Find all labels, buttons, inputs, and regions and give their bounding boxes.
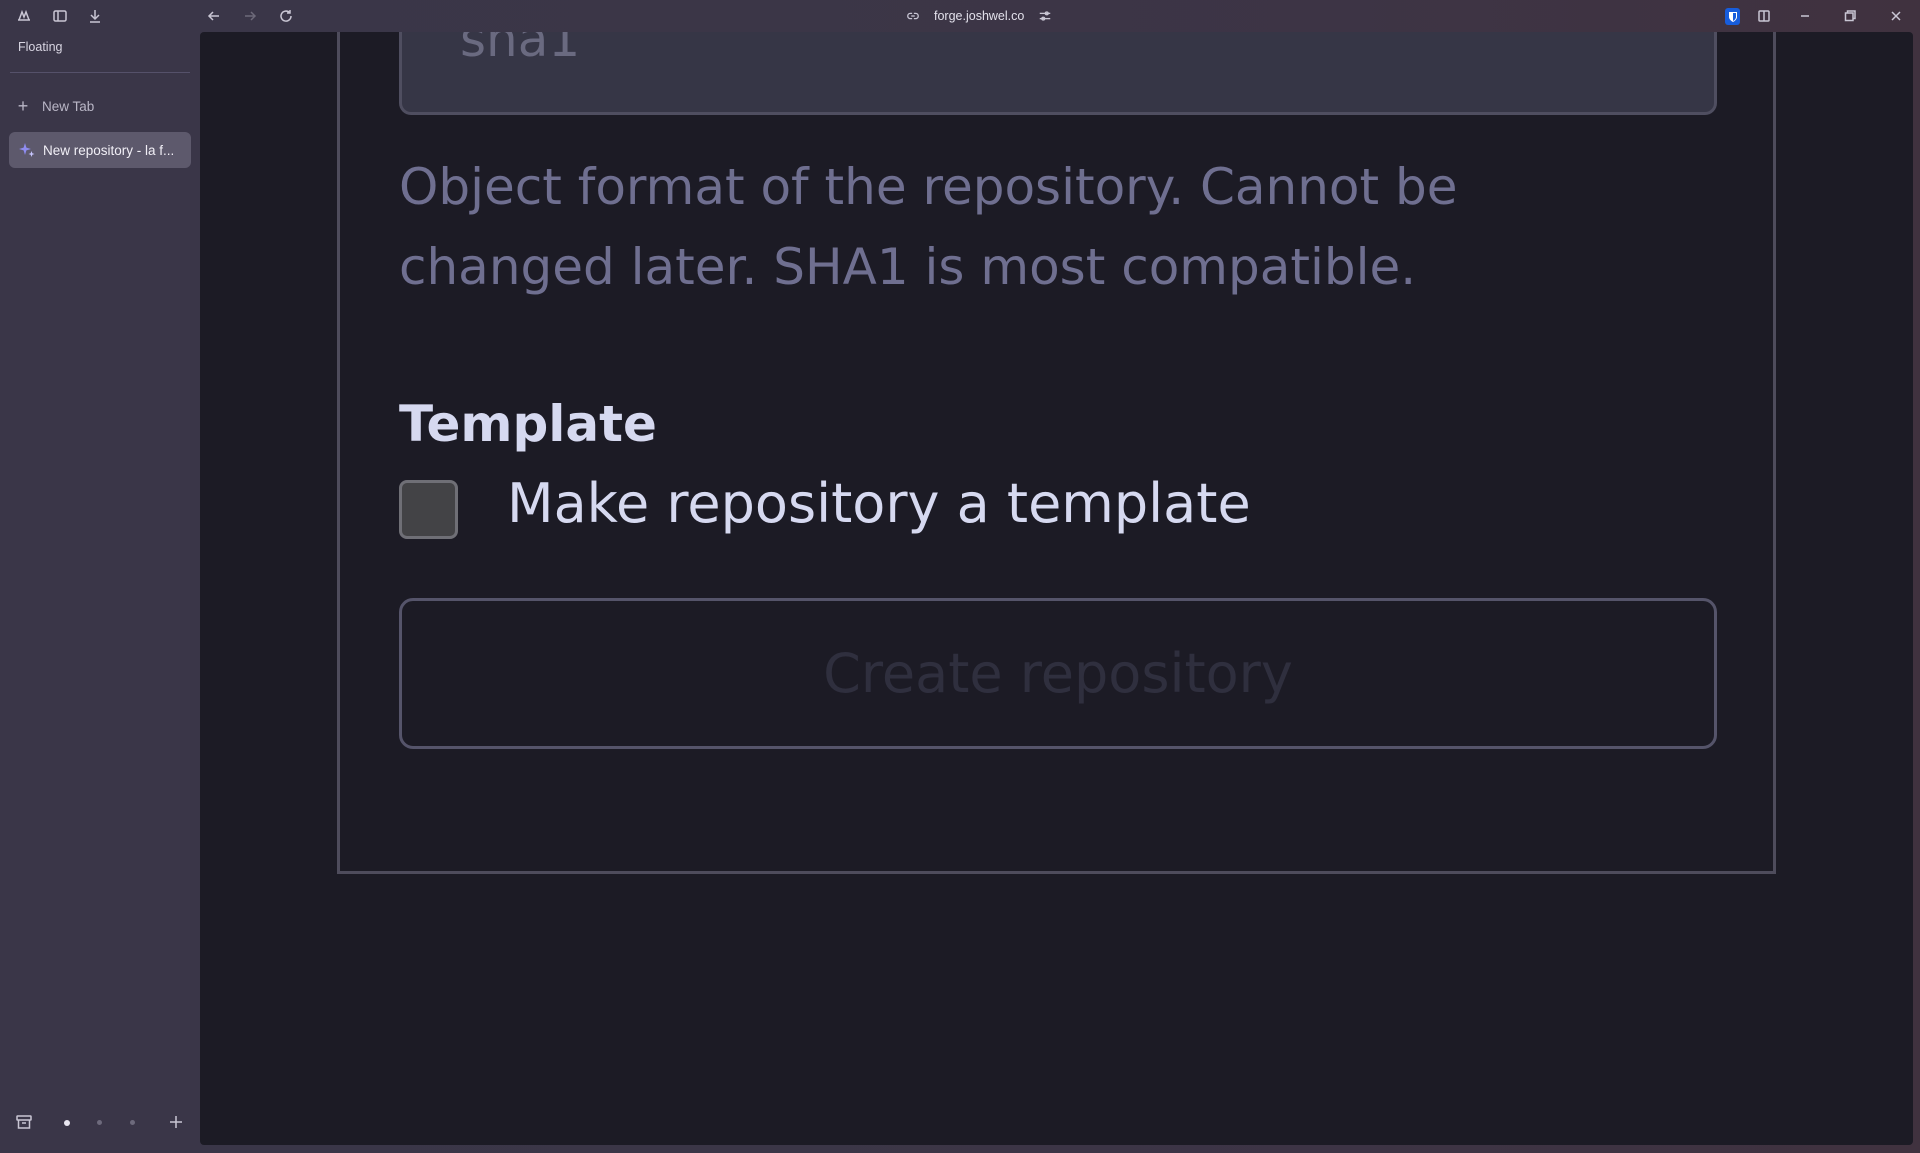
sidebar-footer bbox=[0, 1110, 200, 1136]
new-tab-button[interactable]: + New Tab bbox=[14, 92, 194, 120]
tab-title: New repository - la f... bbox=[43, 142, 175, 158]
sparkle-favicon-icon bbox=[19, 143, 35, 157]
object-format-select[interactable]: sha1 bbox=[399, 32, 1717, 115]
workspace-dot-3[interactable] bbox=[130, 1120, 135, 1125]
workspace-dot-2[interactable] bbox=[97, 1120, 102, 1125]
object-format-value: sha1 bbox=[460, 32, 581, 68]
browser-window: forge.joshwel.co Floating + New Tab New … bbox=[0, 0, 1920, 1153]
template-checkbox-label[interactable]: Make repository a template bbox=[507, 472, 1251, 535]
template-heading: Template bbox=[399, 395, 657, 453]
reload-icon[interactable] bbox=[274, 4, 298, 28]
minimize-icon[interactable] bbox=[1793, 4, 1817, 28]
plus-icon[interactable] bbox=[167, 1113, 185, 1136]
create-repository-button[interactable]: Create repository bbox=[399, 598, 1717, 749]
download-icon[interactable] bbox=[83, 4, 107, 28]
tune-icon[interactable] bbox=[1038, 9, 1052, 23]
new-tab-label: New Tab bbox=[42, 98, 95, 114]
url-text[interactable]: forge.joshwel.co bbox=[934, 9, 1024, 23]
new-repository-form: sha1 Object format of the repository. Ca… bbox=[337, 32, 1776, 874]
close-icon[interactable] bbox=[1884, 4, 1908, 28]
page-viewport: sha1 Object format of the repository. Ca… bbox=[200, 32, 1913, 1145]
tab-sidebar: Floating + New Tab New repository - la f… bbox=[0, 32, 200, 1153]
sidebar-toggle-icon[interactable] bbox=[48, 4, 72, 28]
restore-icon[interactable] bbox=[1838, 4, 1862, 28]
sidebar-divider bbox=[10, 72, 190, 73]
archive-icon[interactable] bbox=[15, 1113, 33, 1136]
tab-new-repository[interactable]: New repository - la f... bbox=[9, 132, 191, 168]
workspace-label: Floating bbox=[18, 40, 63, 54]
zen-logo-icon[interactable] bbox=[12, 4, 36, 28]
object-format-help: Object format of the repository. Cannot … bbox=[399, 158, 1458, 296]
back-arrow-icon[interactable] bbox=[202, 4, 226, 28]
bitwarden-shield-icon[interactable] bbox=[1725, 8, 1740, 25]
browser-toolbar: forge.joshwel.co bbox=[0, 0, 1920, 32]
forward-arrow-icon[interactable] bbox=[238, 4, 262, 28]
url-bar[interactable]: forge.joshwel.co bbox=[906, 6, 1052, 26]
link-icon[interactable] bbox=[906, 9, 920, 23]
plus-icon: + bbox=[17, 96, 29, 116]
workspace-dot-1[interactable] bbox=[64, 1120, 70, 1126]
template-checkbox[interactable] bbox=[399, 480, 458, 539]
split-view-icon[interactable] bbox=[1752, 4, 1776, 28]
